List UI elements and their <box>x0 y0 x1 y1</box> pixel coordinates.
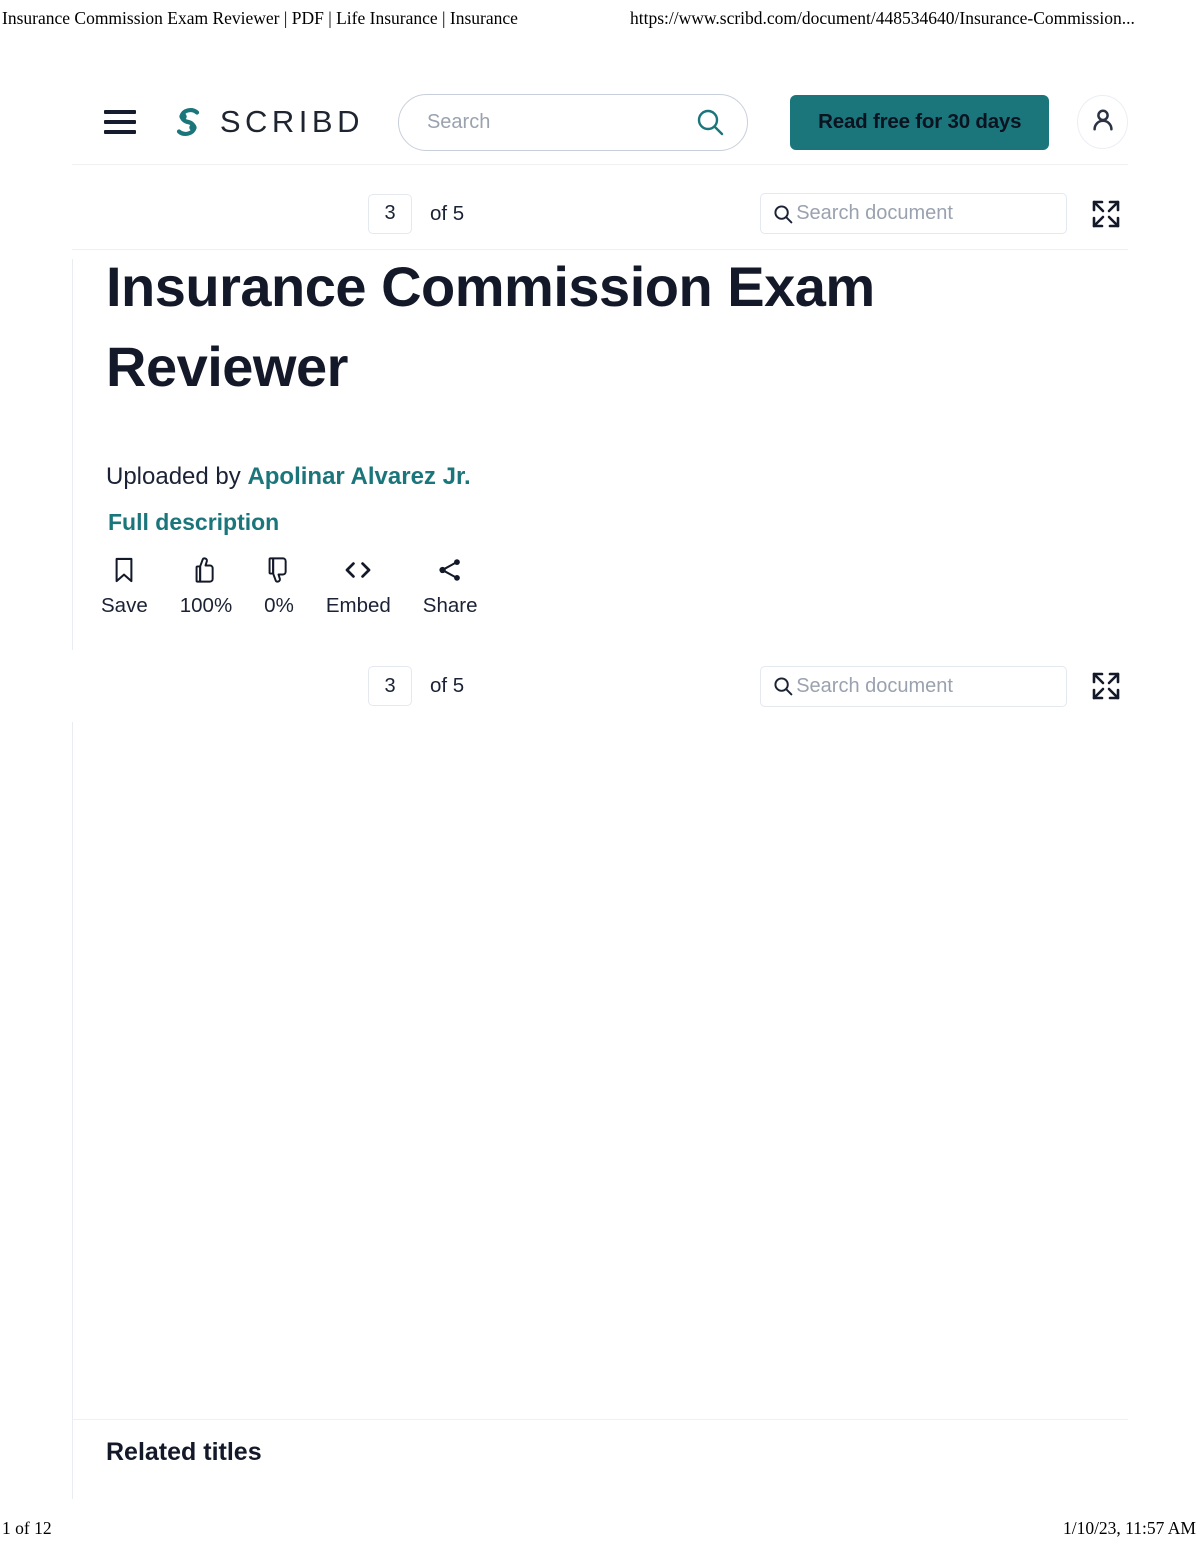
global-search[interactable] <box>397 93 749 151</box>
uploader-line: Uploaded by Apolinar Alvarez Jr. <box>106 463 471 491</box>
site-header: SCRIBD Read free for 30 days <box>72 80 1128 165</box>
save-button[interactable]: Save <box>101 555 148 618</box>
downvote-button[interactable]: 0% <box>264 555 294 618</box>
page-total-label: of 5 <box>430 674 465 697</box>
print-footer: 1 of 12 1/10/23, 11:57 AM <box>0 1515 1200 1539</box>
search-icon <box>773 676 793 696</box>
document-search[interactable] <box>760 193 1068 234</box>
full-description-link[interactable]: Full description <box>108 509 279 536</box>
page-navigator: of 5 <box>368 666 464 706</box>
document-search-input[interactable] <box>793 674 1044 698</box>
upvote-percent-label: 100% <box>179 594 233 617</box>
page-number-input[interactable] <box>368 193 412 234</box>
code-brackets-icon <box>343 555 373 585</box>
bookmark-icon <box>112 555 136 585</box>
read-free-trial-button[interactable]: Read free for 30 days <box>790 94 1050 150</box>
page-number-input[interactable] <box>368 666 412 706</box>
document-toolbar-bottom: of 5 <box>72 650 1128 722</box>
search-input[interactable] <box>398 110 699 134</box>
print-header-title: Insurance Commission Exam Reviewer | PDF… <box>2 8 518 28</box>
embed-label: Embed <box>325 594 391 617</box>
hamburger-icon[interactable] <box>104 110 136 134</box>
related-titles-heading: Related titles <box>106 1438 262 1466</box>
search-icon[interactable] <box>695 107 725 137</box>
thumbs-down-icon <box>266 555 291 585</box>
document-actions-bar: Save 100% 0% Embed Share <box>101 555 510 618</box>
scribd-wordmark: SCRIBD <box>219 104 364 139</box>
share-label: Share <box>422 594 478 617</box>
search-icon <box>773 204 793 224</box>
print-footer-page: 1 of 12 <box>2 1518 52 1538</box>
related-titles-section: Related titles <box>72 1419 1128 1499</box>
print-header: Insurance Commission Exam Reviewer | PDF… <box>0 8 1200 34</box>
fullscreen-expand-icon[interactable] <box>1089 669 1123 703</box>
embed-button[interactable]: Embed <box>326 555 391 618</box>
uploader-link[interactable]: Apolinar Alvarez Jr. <box>247 463 470 490</box>
print-header-url: https://www.scribd.com/document/44853464… <box>630 8 1135 28</box>
share-icon <box>437 555 463 585</box>
user-icon <box>1089 106 1117 139</box>
scribd-brand-link[interactable]: SCRIBD <box>168 102 364 142</box>
upvote-button[interactable]: 100% <box>180 555 232 618</box>
thumbs-up-icon <box>193 555 218 585</box>
document-search-input[interactable] <box>793 202 1044 225</box>
document-search[interactable] <box>760 665 1068 707</box>
document-toolbar-top: of 5 <box>72 178 1128 250</box>
hamburger-bar <box>104 120 136 124</box>
print-footer-timestamp: 1/10/23, 11:57 AM <box>1062 1518 1196 1538</box>
hamburger-bar <box>104 110 136 114</box>
save-label: Save <box>101 594 148 617</box>
scribd-s-logo-icon <box>168 102 208 142</box>
uploaded-by-label: Uploaded by <box>106 463 241 490</box>
share-button[interactable]: Share <box>423 555 478 618</box>
fullscreen-expand-icon[interactable] <box>1089 197 1123 231</box>
downvote-percent-label: 0% <box>264 594 294 617</box>
document-reader-panel: Insurance Commission Exam Reviewer Uploa… <box>72 255 1128 1419</box>
document-title: Insurance Commission Exam Reviewer <box>106 255 875 398</box>
page-total-label: of 5 <box>430 201 465 225</box>
hamburger-bar <box>104 130 136 134</box>
page-navigator: of 5 <box>368 193 465 234</box>
scribd-document-page: Insurance Commission Exam Reviewer | PDF… <box>0 0 1200 1553</box>
account-button[interactable] <box>1077 95 1128 149</box>
